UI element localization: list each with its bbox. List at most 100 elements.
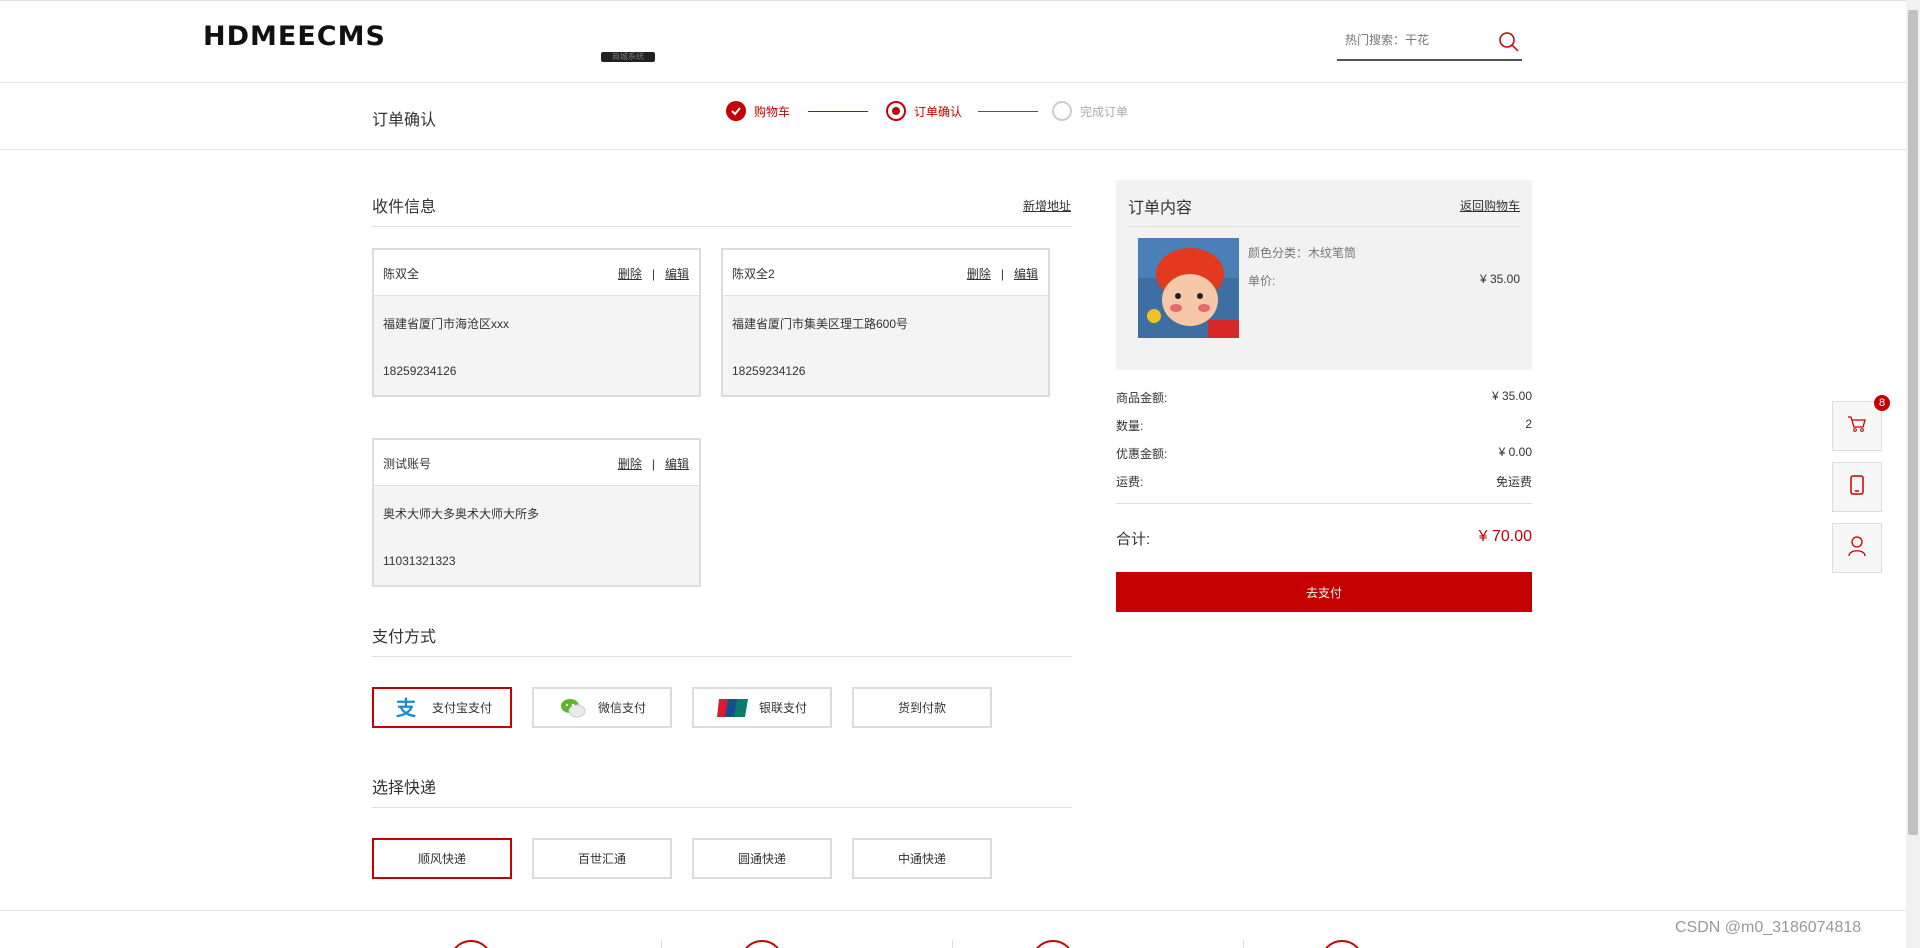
edit-link[interactable]: 编辑 <box>665 457 689 471</box>
payment-title: 支付方式 <box>372 629 437 646</box>
delete-link[interactable]: 删除 <box>618 457 642 471</box>
phone-text: 18259234126 <box>383 364 457 378</box>
pay-option-label: 支付宝支付 <box>431 701 492 715</box>
delete-link[interactable]: 删除 <box>967 267 991 281</box>
divider <box>1128 226 1520 227</box>
svg-text:支: 支 <box>396 697 417 719</box>
pay-option-cod[interactable]: 货到付款 <box>852 687 992 728</box>
recipient-name: 测试账号 <box>383 457 432 471</box>
express-option[interactable]: 圆通快递 <box>692 838 832 879</box>
recipient-name: 陈双全2 <box>732 267 775 281</box>
footer-divider <box>0 910 1906 911</box>
step-bar: 订单确认 购物车 订单确认 完成订单 <box>0 84 1906 150</box>
summary-label: 优惠金额: <box>1116 447 1168 461</box>
step-cart: 购物车 <box>726 101 790 121</box>
product-image[interactable] <box>1138 238 1239 338</box>
search-box[interactable]: 热门搜索：干花 <box>1337 21 1522 61</box>
unit-price-value: ¥ 35.00 <box>1479 272 1520 286</box>
delete-link[interactable]: 删除 <box>618 267 642 281</box>
recipient-name: 陈双全 <box>383 267 420 281</box>
logo[interactable]: HDMEECMS <box>203 21 386 52</box>
summary-label: 商品金额: <box>1116 391 1168 405</box>
step-confirm: 订单确认 <box>886 101 962 121</box>
address-text: 福建省厦门市集美区理工路600号 <box>732 317 909 331</box>
footer-service-icon <box>449 940 493 948</box>
separator: | <box>1000 267 1004 281</box>
step-label: 完成订单 <box>1080 104 1129 119</box>
edit-link[interactable]: 编辑 <box>1014 267 1038 281</box>
summary-row: 优惠金额: ¥ 0.00 <box>1116 445 1532 461</box>
divider <box>1116 503 1532 504</box>
scrollbar-thumb[interactable] <box>1908 10 1918 835</box>
logo-subtitle: 商城系统 <box>601 52 655 62</box>
express-option[interactable]: 中通快递 <box>852 838 992 879</box>
order-total: 合计: ¥ 70.00 <box>1116 528 1532 548</box>
pay-option-alipay[interactable]: 支 支付宝支付 <box>372 687 512 728</box>
shipping-title: 收件信息 <box>372 199 437 216</box>
pay-option-wechat[interactable]: 微信支付 <box>532 687 672 728</box>
express-option-label: 圆通快递 <box>737 852 786 866</box>
float-mobile-button[interactable] <box>1832 462 1882 512</box>
address-text: 福建省厦门市海沧区xxx <box>383 317 510 331</box>
pay-option-label: 银联支付 <box>758 701 807 715</box>
express-option-label: 百世汇通 <box>577 852 626 866</box>
summary-label: 运费: <box>1116 475 1144 489</box>
express-option-label: 顺风快递 <box>417 852 466 866</box>
order-title: 订单内容 <box>1128 200 1193 217</box>
mobile-icon <box>1850 474 1864 500</box>
address-card-header: 陈双全2 删除 | 编辑 <box>723 250 1048 296</box>
express-title: 选择快递 <box>372 780 437 797</box>
phone-text: 18259234126 <box>732 364 806 378</box>
page-title: 订单确认 <box>372 112 437 129</box>
summary-value: 免运费 <box>1495 475 1532 489</box>
summary-row: 数量: 2 <box>1116 417 1532 433</box>
express-option[interactable]: 百世汇通 <box>532 838 672 879</box>
search-icon[interactable] <box>1498 31 1520 53</box>
add-address-link[interactable]: 新增地址 <box>1023 197 1071 214</box>
summary-row: 商品金额: ¥ 35.00 <box>1116 389 1532 405</box>
float-user-button[interactable] <box>1832 523 1882 573</box>
address-text: 奥术大师大多奥术大师大所多 <box>383 507 540 521</box>
address-card-header: 测试账号 删除 | 编辑 <box>374 440 699 486</box>
watermark: CSDN @m0_3186074818 <box>1675 919 1862 936</box>
footer-separator <box>952 940 953 948</box>
divider <box>372 807 1072 808</box>
summary-value: ¥ 35.00 <box>1491 389 1532 403</box>
separator: | <box>651 267 655 281</box>
user-icon <box>1847 535 1867 562</box>
address-card-header: 陈双全 删除 | 编辑 <box>374 250 699 296</box>
summary-label: 数量: <box>1116 419 1144 433</box>
footer-separator <box>661 940 662 948</box>
step-label: 订单确认 <box>914 104 963 119</box>
express-option[interactable]: 顺风快递 <box>372 838 512 879</box>
edit-link[interactable]: 编辑 <box>665 267 689 281</box>
order-content-panel: 订单内容 返回购物车 颜色分类：木纹笔筒 单价: ¥ 35.00 <box>1116 180 1532 370</box>
total-value: ¥ 70.00 <box>1478 528 1532 545</box>
float-cart-button[interactable] <box>1832 401 1882 451</box>
phone-text: 11031321323 <box>383 554 456 568</box>
alipay-icon: 支 <box>392 697 422 719</box>
pay-option-unionpay[interactable]: 银联支付 <box>692 687 832 728</box>
unit-price-label: 单价: <box>1248 274 1276 288</box>
address-card[interactable]: 陈双全 删除 | 编辑 福建省厦门市海沧区xxx 18259234126 <box>372 248 701 397</box>
current-step-icon <box>886 101 906 121</box>
back-to-cart-link[interactable]: 返回购物车 <box>1460 197 1520 214</box>
address-actions: 删除 | 编辑 <box>967 265 1038 282</box>
step-connector <box>808 111 868 112</box>
summary-value: ¥ 0.00 <box>1498 445 1532 459</box>
footer-service-icon <box>1031 940 1075 948</box>
pay-button[interactable]: 去支付 <box>1116 572 1532 612</box>
address-card[interactable]: 测试账号 删除 | 编辑 奥术大师大多奥术大师大所多 11031321323 <box>372 438 701 587</box>
footer-service-icon <box>740 940 784 948</box>
pay-option-label: 货到付款 <box>897 701 946 715</box>
summary-row: 运费: 免运费 <box>1116 473 1532 489</box>
cart-count-badge: 8 <box>1874 395 1890 411</box>
separator: | <box>651 457 655 471</box>
product-attribute: 颜色分类：木纹笔筒 <box>1248 246 1357 260</box>
address-card[interactable]: 陈双全2 删除 | 编辑 福建省厦门市集美区理工路600号 18259234126 <box>721 248 1050 397</box>
pending-step-icon <box>1052 101 1072 121</box>
total-label: 合计: <box>1116 531 1151 548</box>
wechat-icon <box>558 697 588 719</box>
cart-icon <box>1847 415 1867 438</box>
step-finish: 完成订单 <box>1052 101 1128 121</box>
